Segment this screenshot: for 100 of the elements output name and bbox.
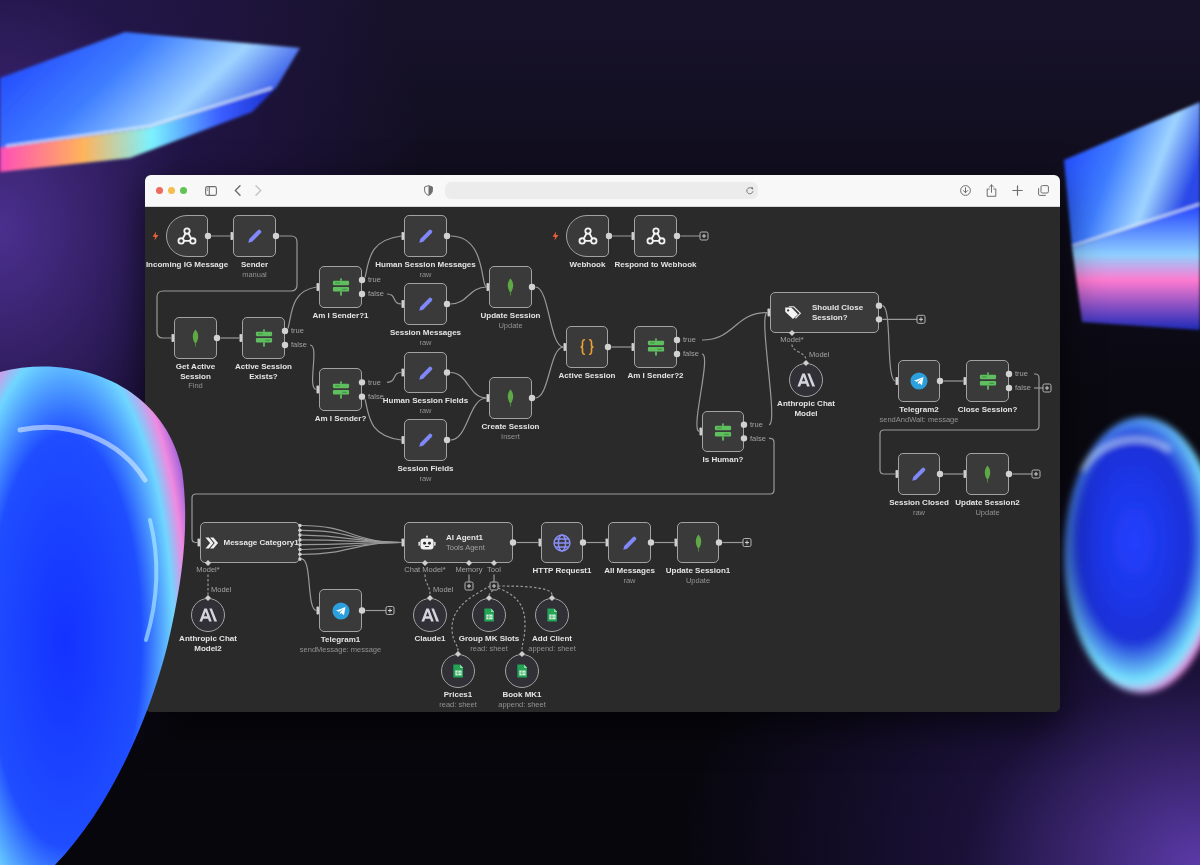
input-handle[interactable] [427, 595, 433, 601]
workflow-node[interactable] [404, 419, 447, 461]
input-handle[interactable] [486, 283, 489, 291]
workflow-node[interactable] [489, 377, 532, 419]
output-handle[interactable] [715, 539, 723, 546]
sub-node[interactable] [535, 598, 569, 632]
workflow-node[interactable] [634, 326, 677, 368]
input-handle[interactable] [401, 300, 404, 308]
input-handle[interactable] [401, 368, 404, 377]
add-node-button[interactable] [916, 314, 926, 324]
output-handle[interactable] [604, 343, 612, 351]
workflow-node[interactable] [174, 317, 217, 359]
share-icon[interactable] [985, 184, 997, 197]
workflow-node[interactable] [634, 215, 677, 257]
input-handle[interactable] [895, 377, 898, 385]
workflow-node[interactable] [541, 522, 583, 563]
download-icon[interactable] [959, 185, 971, 196]
add-node-button[interactable] [385, 606, 395, 615]
input-handle[interactable] [605, 538, 608, 547]
workflow-node[interactable] [404, 215, 447, 257]
workflow-node[interactable] [319, 266, 362, 308]
input-handle[interactable] [895, 470, 898, 478]
sub-node[interactable] [441, 654, 475, 688]
workflow-node[interactable] [566, 326, 608, 368]
workflow-node[interactable] [566, 215, 609, 257]
input-handle[interactable] [491, 560, 497, 566]
sub-node[interactable] [472, 598, 506, 632]
add-node-button[interactable] [489, 581, 499, 591]
workflow-node[interactable] [404, 352, 447, 393]
output-handle[interactable] [443, 436, 451, 444]
sub-node[interactable] [505, 654, 539, 688]
input-handle[interactable] [803, 360, 809, 366]
input-handle[interactable] [205, 560, 211, 566]
output-handle[interactable] [213, 334, 221, 342]
input-handle[interactable] [239, 334, 242, 342]
output-handle[interactable] [673, 232, 681, 240]
address-field[interactable] [445, 182, 758, 199]
input-handle[interactable] [455, 651, 461, 657]
workflow-node[interactable] [489, 266, 532, 308]
workflow-node[interactable] [319, 368, 362, 411]
workflow-node[interactable] [233, 215, 276, 257]
output-handle[interactable] [936, 470, 944, 478]
input-handle[interactable] [486, 595, 492, 601]
plus-icon[interactable] [1011, 185, 1023, 196]
input-handle[interactable] [197, 538, 200, 547]
add-node-button[interactable] [742, 538, 752, 547]
add-node-button[interactable] [1031, 469, 1041, 479]
output-handle[interactable] [647, 539, 655, 546]
input-handle[interactable] [205, 595, 211, 601]
input-handle[interactable] [171, 334, 174, 342]
input-handle[interactable] [789, 330, 795, 336]
shield-icon[interactable] [423, 185, 433, 196]
close-button[interactable] [155, 187, 163, 194]
workflow-node[interactable] [677, 522, 719, 563]
input-handle[interactable] [230, 232, 233, 240]
output-handle[interactable] [605, 232, 613, 240]
output-handle[interactable] [272, 232, 280, 240]
input-handle[interactable] [549, 595, 555, 601]
input-handle[interactable] [963, 377, 966, 385]
input-handle[interactable] [538, 538, 541, 547]
workflow-node[interactable] [319, 589, 362, 632]
workflow-node[interactable] [404, 283, 447, 325]
input-handle[interactable] [401, 436, 404, 444]
input-handle[interactable] [401, 232, 404, 240]
input-handle[interactable] [631, 343, 634, 351]
workflow-node[interactable]: Should Close Session? [770, 292, 879, 333]
output-handle[interactable] [528, 283, 536, 291]
output-handle[interactable] [1005, 470, 1013, 478]
input-handle[interactable] [316, 606, 319, 615]
workflow-node[interactable]: Message Category1 [200, 522, 300, 563]
output-handle[interactable] [579, 539, 587, 546]
sub-node[interactable] [413, 598, 447, 632]
workflow-node[interactable] [966, 453, 1009, 495]
output-handle[interactable] [443, 369, 451, 376]
input-handle[interactable] [486, 394, 489, 402]
input-handle[interactable] [401, 538, 404, 547]
workflow-node[interactable] [898, 453, 940, 495]
workflow-node[interactable] [966, 360, 1009, 402]
input-handle[interactable] [699, 427, 702, 436]
add-node-button[interactable] [464, 581, 474, 591]
output-handle[interactable] [443, 232, 451, 240]
back-icon[interactable] [233, 185, 241, 196]
input-handle[interactable] [466, 560, 472, 566]
input-handle[interactable] [519, 651, 525, 657]
sidebar-icon[interactable] [205, 185, 217, 196]
tabs-icon[interactable] [1037, 185, 1049, 196]
input-handle[interactable] [316, 283, 319, 291]
output-handle[interactable] [443, 300, 451, 308]
sub-node[interactable] [789, 363, 823, 397]
add-node-button[interactable] [699, 231, 709, 241]
output-handle[interactable] [936, 377, 944, 385]
input-handle[interactable] [963, 470, 966, 478]
output-handle[interactable] [509, 539, 517, 546]
workflow-node[interactable] [702, 411, 744, 452]
add-node-button[interactable] [1042, 383, 1052, 393]
input-handle[interactable] [316, 385, 319, 394]
reload-icon[interactable] [746, 186, 754, 195]
workflow-node[interactable] [898, 360, 940, 402]
input-handle[interactable] [563, 343, 566, 351]
output-handle[interactable] [358, 607, 366, 614]
